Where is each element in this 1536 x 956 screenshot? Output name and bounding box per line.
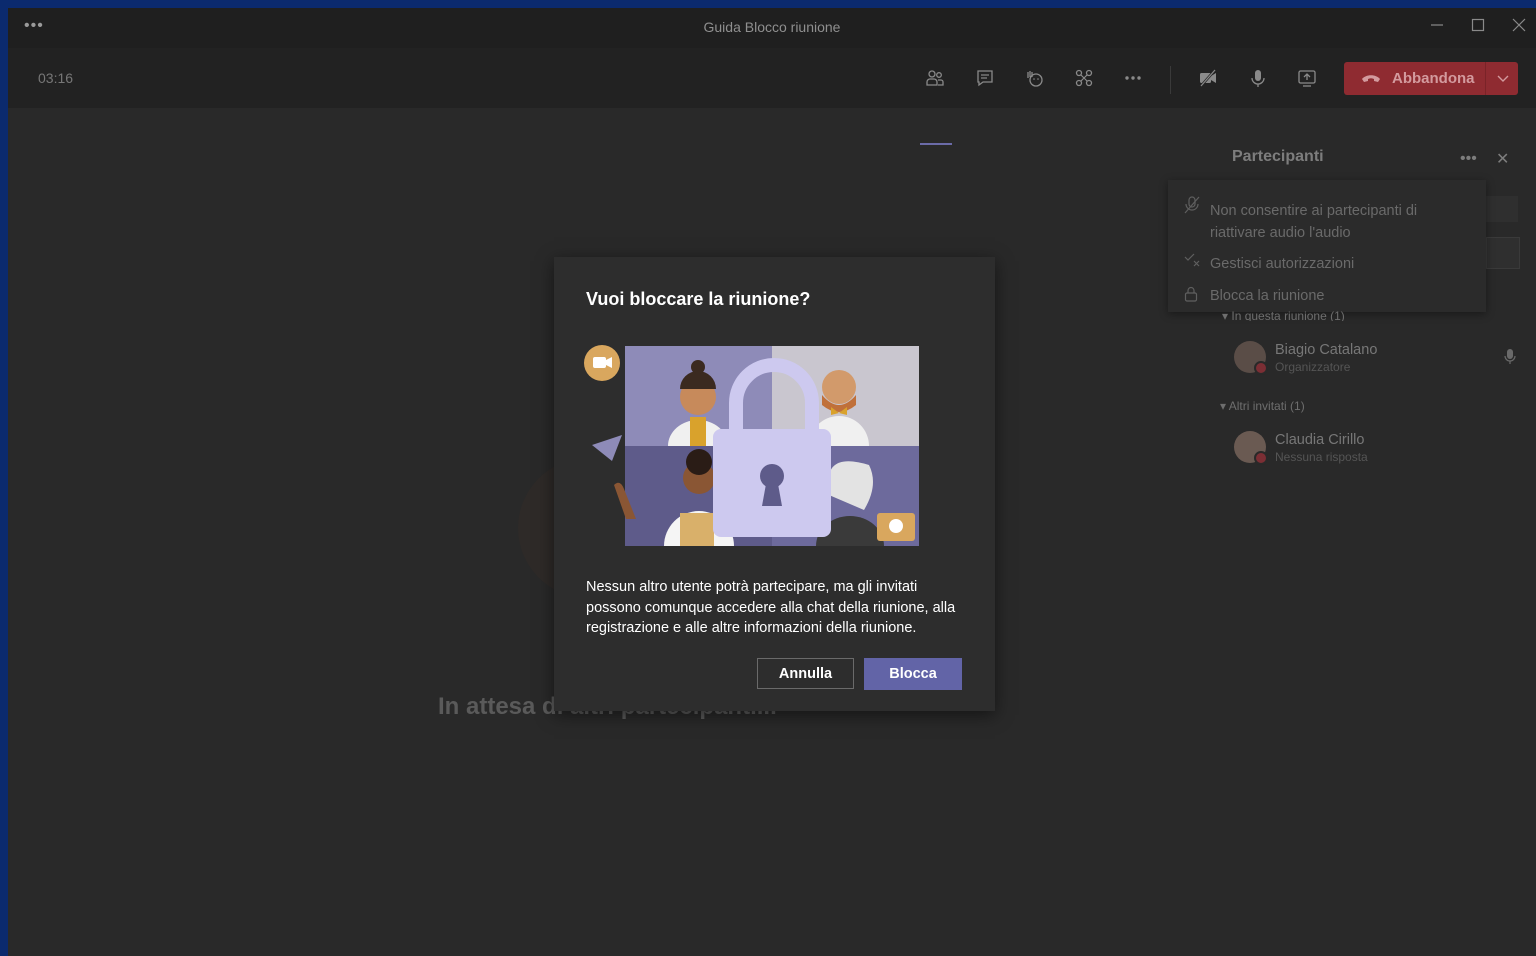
menu-item-manage-permissions[interactable]: Gestisci autorizzazioni [1210, 253, 1354, 275]
raise-hand-icon[interactable] [1017, 64, 1051, 92]
breakout-rooms-icon[interactable] [1067, 64, 1101, 92]
menu-item-disable-unmute-line1: Non consentire ai partecipanti di [1210, 203, 1418, 219]
teams-meeting-window: ••• Guida Blocco riunione 03:16 Abbandon… [8, 8, 1536, 956]
participant-name[interactable]: Biagio Catalano [1275, 342, 1377, 358]
permissions-icon [1184, 250, 1202, 271]
section-other-invited-label: Altri invitati (1) [1228, 399, 1305, 413]
section-other-invited[interactable]: ▾ Altri invitati (1) [1220, 399, 1305, 413]
microphone-icon[interactable] [1241, 64, 1275, 92]
title-bar: ••• Guida Blocco riunione [8, 8, 1536, 48]
leave-divider [1485, 62, 1486, 95]
participant-role: Organizzatore [1275, 360, 1351, 374]
panel-title: Partecipanti [1232, 148, 1324, 165]
mic-off-icon [1184, 196, 1200, 217]
participant-role: Nessuna risposta [1275, 450, 1368, 464]
panel-more-icon[interactable]: ••• [1460, 150, 1477, 168]
section-in-meeting-label: In questa riunione (1) [1231, 309, 1345, 321]
chat-icon[interactable] [968, 64, 1002, 92]
participants-context-menu: Non consentire ai partecipanti di riatti… [1168, 180, 1486, 312]
dialog-body: Nessun altro utente potrà partecipare, m… [586, 579, 956, 636]
menu-item-disable-unmute-line2: riattivare audio l'audio [1210, 225, 1351, 241]
participant-microphone-icon [1504, 348, 1516, 371]
status-badge [1254, 361, 1268, 375]
panel-invite-field[interactable] [1486, 237, 1520, 269]
meeting-toolbar: 03:16 Abbandona [8, 48, 1536, 145]
close-icon[interactable] [1504, 16, 1534, 40]
participant-name[interactable]: Claudia Cirillo [1275, 432, 1364, 448]
leave-meeting-button[interactable]: Abbandona [1344, 62, 1518, 95]
chevron-down-icon: ▾ [1220, 399, 1229, 413]
minimize-icon[interactable] [1422, 16, 1452, 40]
lock-meeting-illustration [584, 345, 919, 546]
maximize-icon[interactable] [1463, 16, 1493, 40]
active-tab-indicator [920, 143, 952, 145]
window-title: Guida Blocco riunione [703, 19, 841, 35]
status-badge [1254, 451, 1268, 465]
share-screen-icon[interactable] [1290, 64, 1324, 92]
lock-meeting-dialog: Vuoi bloccare la riunione? Nessun altro … [554, 257, 995, 711]
cancel-button[interactable]: Annulla [757, 658, 854, 689]
dialog-title: Vuoi bloccare la riunione? [586, 289, 811, 309]
menu-item-disable-unmute[interactable]: Non consentire ai partecipanti di riatti… [1210, 200, 1417, 244]
camera-off-icon[interactable] [1191, 64, 1225, 92]
leave-label: Abbandona [1392, 70, 1475, 87]
hang-up-icon [1360, 70, 1382, 91]
panel-search-area [1486, 196, 1518, 222]
avatar [1234, 341, 1268, 375]
panel-close-icon[interactable]: ✕ [1496, 149, 1509, 169]
avatar [1234, 431, 1268, 465]
menu-item-lock-meeting[interactable]: Blocca la riunione [1210, 285, 1324, 307]
meeting-timer: 03:16 [38, 70, 74, 86]
more-icon[interactable] [1116, 64, 1150, 92]
toolbar-divider [1170, 66, 1171, 94]
participants-icon[interactable] [918, 64, 952, 92]
lock-button[interactable]: Blocca [864, 658, 962, 690]
section-in-meeting[interactable]: ▾ In questa riunione (1) [1222, 309, 1345, 321]
chevron-down-icon[interactable] [1495, 69, 1511, 92]
chevron-down-icon: ▾ [1222, 309, 1232, 321]
lock-icon [1184, 286, 1198, 305]
